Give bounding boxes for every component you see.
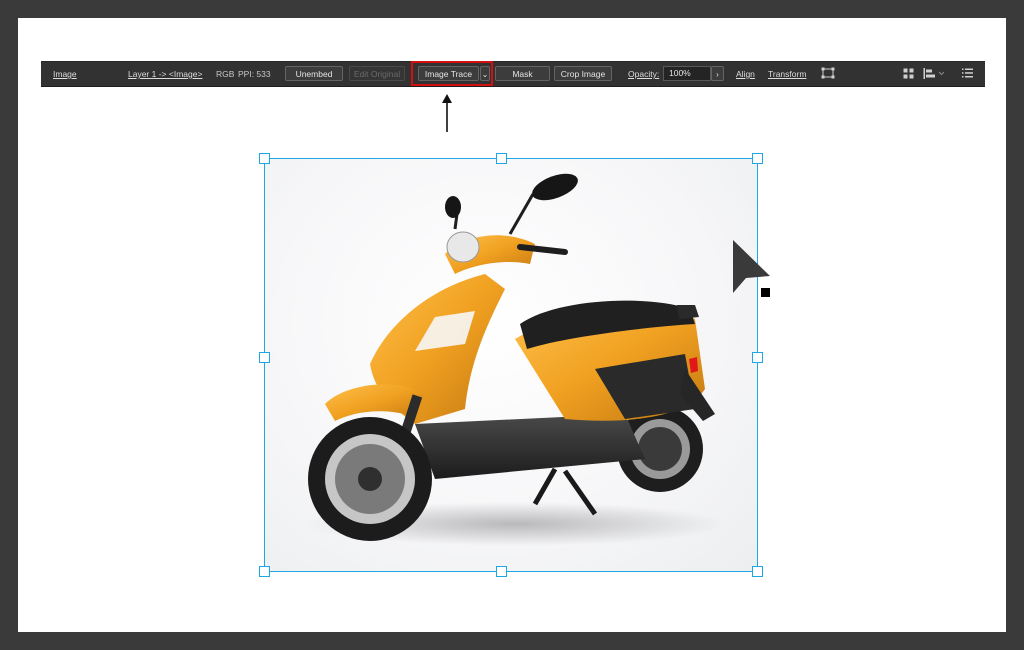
up-arrow-icon [442, 94, 452, 132]
control-bar: Image Layer 1 -> <Image> RGB PPI: 533 Un… [41, 61, 985, 87]
resize-handle-top-left[interactable] [259, 153, 270, 164]
unembed-button[interactable]: Unembed [285, 66, 343, 81]
color-mode-label: RGB [216, 69, 235, 79]
resize-handle-bottom[interactable] [496, 566, 507, 577]
chevron-right-icon: › [716, 70, 719, 79]
chevron-down-icon: ⌄ [481, 70, 489, 79]
resize-handle-left[interactable] [259, 352, 270, 363]
selection-cursor-icon [733, 240, 770, 297]
resize-handle-top[interactable] [496, 153, 507, 164]
menu-list-icon[interactable] [960, 62, 974, 86]
transform-link[interactable]: Transform [768, 62, 806, 86]
align-options-icon[interactable] [922, 62, 948, 86]
opacity-dropdown-button[interactable]: › [711, 66, 724, 81]
align-link[interactable]: Align [736, 62, 755, 86]
edit-original-button[interactable]: Edit Original [349, 66, 405, 81]
opacity-input[interactable]: 100% [663, 66, 711, 81]
image-trace-dropdown-button[interactable]: ⌄ [480, 66, 490, 81]
crop-image-button[interactable]: Crop Image [554, 66, 612, 81]
mask-button[interactable]: Mask [495, 66, 550, 81]
resize-handle-bottom-left[interactable] [259, 566, 270, 577]
isolate-icon[interactable] [901, 62, 915, 86]
ppi-label: PPI: 533 [238, 69, 271, 79]
bounding-box-icon[interactable] [820, 62, 836, 86]
resize-handle-top-right[interactable] [752, 153, 763, 164]
image-trace-button[interactable]: Image Trace [418, 66, 479, 81]
scooter-illustration [305, 173, 725, 546]
resize-handle-bottom-right[interactable] [752, 566, 763, 577]
opacity-label[interactable]: Opacity: [628, 62, 659, 86]
layer-path-link[interactable]: Layer 1 -> <Image> [128, 62, 202, 86]
object-type-link[interactable]: Image [53, 62, 77, 86]
placed-image[interactable] [265, 159, 757, 571]
resize-handle-right[interactable] [752, 352, 763, 363]
